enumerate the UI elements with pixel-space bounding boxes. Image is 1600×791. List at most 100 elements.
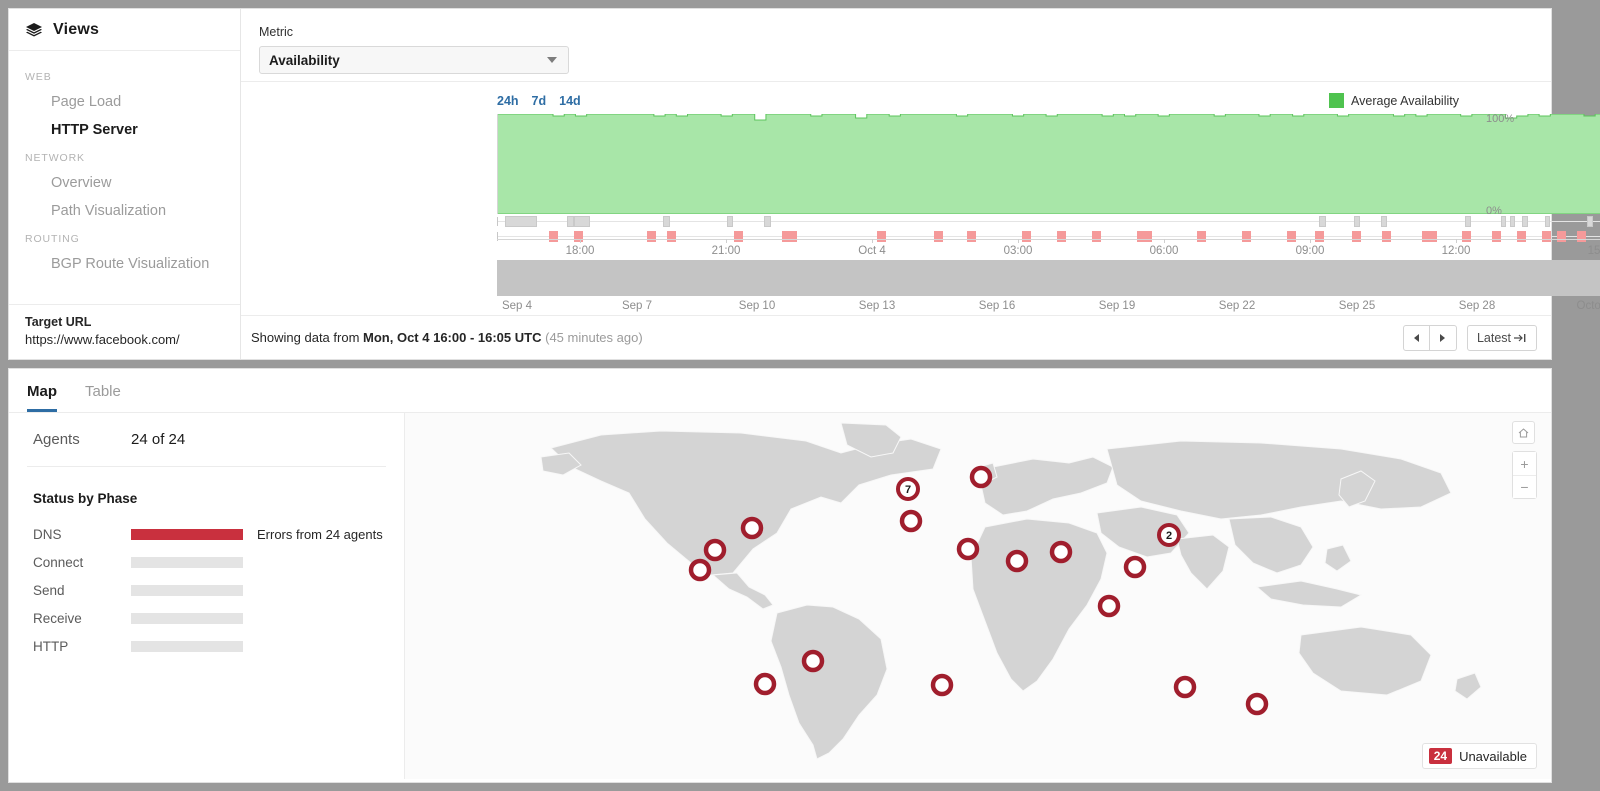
alerts-event-row[interactable] — [497, 215, 1600, 229]
map-landmass — [1107, 441, 1451, 519]
map-marker-agent[interactable]: 7 — [898, 479, 918, 499]
x-axis-tick — [1310, 239, 1311, 243]
overview-card: Views WEB Page Load HTTP Server NETWORK … — [8, 8, 1552, 360]
error-event-marker[interactable] — [1022, 231, 1031, 242]
map-landmass — [1455, 673, 1481, 699]
x-axis-tick-label: 15:00 — [1588, 245, 1600, 257]
error-event-marker[interactable] — [1242, 231, 1251, 242]
legend-swatch-average-availability — [1329, 93, 1344, 108]
sidebar-item-page-load[interactable]: Page Load — [9, 88, 240, 116]
error-event-marker[interactable] — [1352, 231, 1361, 242]
alert-event-marker[interactable] — [764, 216, 771, 227]
errors-event-row[interactable] — [497, 230, 1600, 244]
range-tab-7d[interactable]: 7d — [532, 94, 547, 108]
alert-event-marker[interactable] — [1522, 216, 1528, 227]
alert-event-marker[interactable] — [574, 216, 590, 227]
error-event-marker[interactable] — [1287, 231, 1296, 242]
error-event-marker[interactable] — [574, 231, 583, 242]
error-event-marker[interactable] — [1422, 231, 1437, 242]
error-event-marker[interactable] — [647, 231, 656, 242]
error-event-marker[interactable] — [1492, 231, 1501, 242]
error-event-marker[interactable] — [934, 231, 943, 242]
map-marker-agent[interactable] — [933, 676, 951, 694]
error-event-marker[interactable] — [967, 231, 976, 242]
tab-table[interactable]: Table — [85, 383, 121, 412]
phase-note-dns: Errors from 24 agents — [243, 527, 383, 542]
error-event-marker[interactable] — [1542, 231, 1551, 242]
sidebar-item-http-server[interactable]: HTTP Server — [9, 116, 240, 144]
alert-event-marker[interactable] — [1501, 216, 1506, 227]
sidebar-item-bgp-route-visualization[interactable]: BGP Route Visualization — [9, 250, 240, 278]
map-marker-agent[interactable] — [706, 541, 724, 559]
alert-event-marker[interactable] — [1465, 216, 1471, 227]
scrubber-track[interactable] — [497, 260, 1600, 296]
error-event-marker[interactable] — [1197, 231, 1206, 242]
alert-event-marker[interactable] — [1381, 216, 1387, 227]
error-event-marker[interactable] — [1557, 231, 1566, 242]
world-map[interactable]: 72 + − 24 Unavailable — [405, 413, 1551, 779]
range-tab-14d[interactable]: 14d — [559, 94, 581, 108]
sidebar-title: Views — [53, 21, 99, 39]
next-button[interactable] — [1430, 325, 1457, 351]
metric-label: Metric — [259, 25, 1551, 39]
map-marker-agent[interactable] — [804, 652, 822, 670]
chevron-right-icon — [1440, 334, 1445, 342]
error-event-marker[interactable] — [1137, 231, 1152, 242]
agents-row: Agents 24 of 24 — [27, 413, 386, 467]
alert-event-marker[interactable] — [1510, 216, 1515, 227]
error-event-marker[interactable] — [734, 231, 743, 242]
metric-select[interactable]: Availability — [259, 46, 569, 74]
range-tab-24h[interactable]: 24h — [497, 94, 519, 108]
map-marker-agent[interactable] — [959, 540, 977, 558]
time-range-scrubber[interactable] — [497, 260, 1600, 296]
prev-button[interactable] — [1403, 325, 1430, 351]
map-marker-agent[interactable] — [756, 675, 774, 693]
alert-event-marker[interactable] — [1354, 216, 1360, 227]
error-event-marker[interactable] — [1577, 231, 1586, 242]
phase-bar-http — [131, 641, 243, 652]
map-marker-agent[interactable] — [1052, 543, 1070, 561]
sidebar-item-overview[interactable]: Overview — [9, 169, 240, 197]
map-legend-label: Unavailable — [1459, 749, 1527, 764]
map-controls: + − — [1512, 421, 1537, 499]
phase-row-receive: Receive — [27, 604, 386, 632]
map-marker-agent[interactable] — [691, 561, 709, 579]
map-marker-agent[interactable] — [1176, 678, 1194, 696]
nav-group-web: WEB — [9, 63, 240, 88]
tab-map[interactable]: Map — [27, 383, 57, 412]
layers-icon — [25, 21, 43, 39]
alert-event-marker[interactable] — [1319, 216, 1326, 227]
map-marker-agent[interactable] — [1100, 597, 1118, 615]
alert-event-marker[interactable] — [567, 216, 574, 227]
error-event-marker[interactable] — [667, 231, 676, 242]
error-event-marker[interactable] — [1092, 231, 1101, 242]
map-marker-agent[interactable] — [902, 512, 920, 530]
map-marker-agent[interactable] — [1248, 695, 1266, 713]
phase-row-connect: Connect — [27, 548, 386, 576]
alert-event-marker[interactable] — [1545, 216, 1550, 227]
map-marker-agent[interactable] — [972, 468, 990, 486]
error-event-marker[interactable] — [1462, 231, 1471, 242]
alert-event-marker[interactable] — [505, 216, 537, 227]
zoom-in-icon[interactable]: + — [1513, 452, 1536, 475]
alert-event-marker[interactable] — [663, 216, 670, 227]
latest-button[interactable]: Latest — [1467, 325, 1537, 351]
world-map-svg[interactable]: 72 — [405, 413, 1551, 779]
error-event-marker[interactable] — [1057, 231, 1066, 242]
map-marker-agent[interactable] — [1008, 552, 1026, 570]
zoom-out-icon[interactable]: − — [1513, 475, 1536, 498]
map-marker-agent[interactable] — [743, 519, 761, 537]
map-marker-agent[interactable]: 2 — [1159, 525, 1179, 545]
error-event-marker[interactable] — [1382, 231, 1391, 242]
map-marker-agent[interactable] — [1126, 558, 1144, 576]
error-event-marker[interactable] — [782, 231, 797, 242]
error-event-marker[interactable] — [1517, 231, 1526, 242]
phase-bar-send — [131, 585, 243, 596]
error-event-marker[interactable] — [1315, 231, 1324, 242]
alert-event-marker[interactable] — [1587, 216, 1593, 227]
home-icon[interactable] — [1512, 421, 1535, 444]
sidebar-item-path-visualization[interactable]: Path Visualization — [9, 197, 240, 225]
alert-event-marker[interactable] — [727, 216, 733, 227]
error-event-marker[interactable] — [549, 231, 558, 242]
error-event-marker[interactable] — [877, 231, 886, 242]
